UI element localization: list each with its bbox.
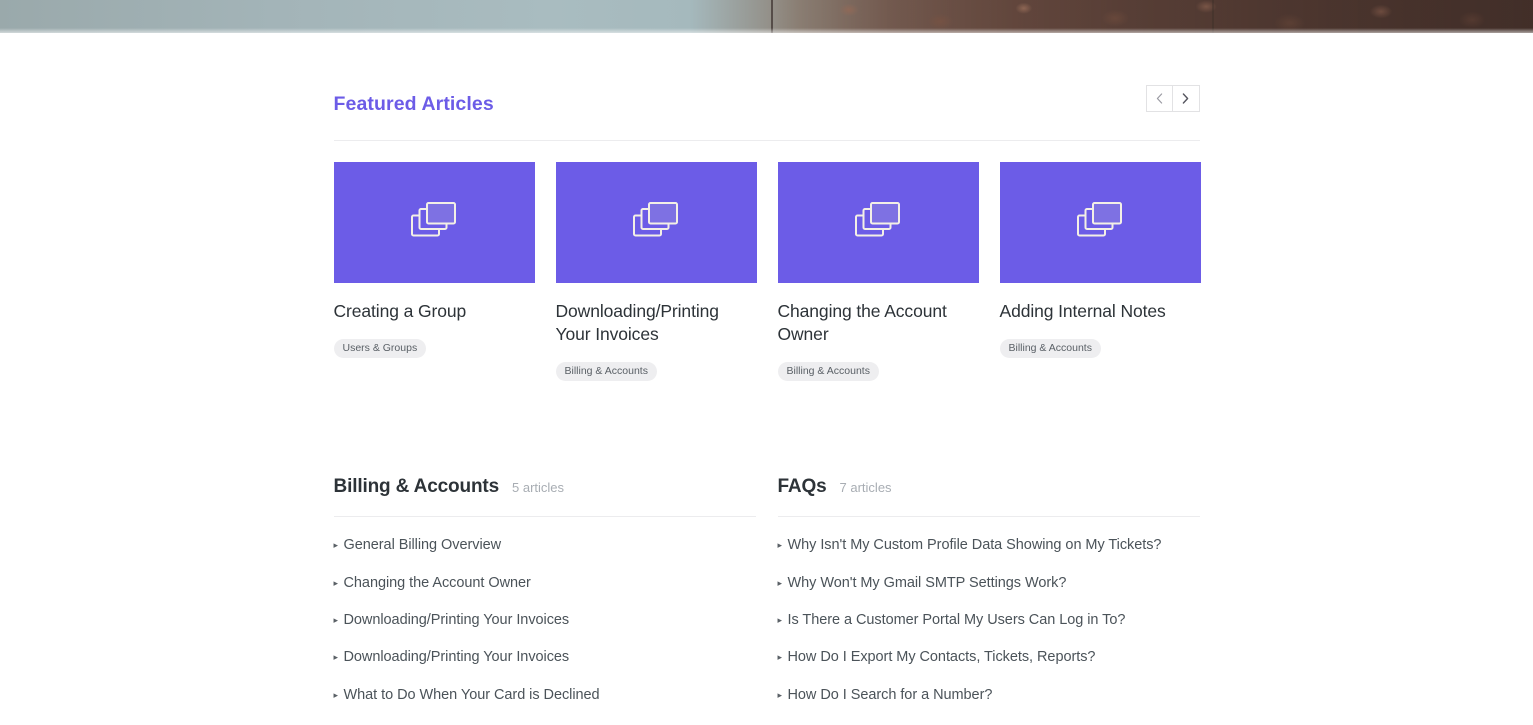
stacked-windows-icon	[855, 202, 901, 242]
featured-articles-header: Featured Articles	[334, 33, 1200, 115]
chevron-right-icon	[1182, 93, 1189, 104]
carousel-next-button[interactable]	[1173, 85, 1200, 112]
article-list: ▸ Why Isn't My Custom Profile Data Showi…	[778, 537, 1200, 704]
list-item[interactable]: ▸ How Do I Search for a Number?	[778, 687, 1200, 704]
featured-cards-row: Creating a Group Users & Groups Downlo	[334, 162, 1200, 382]
carousel-navigation	[1146, 85, 1200, 112]
card-tag-row: Billing & Accounts	[778, 361, 979, 382]
card-tag-row: Billing & Accounts	[556, 361, 757, 382]
section-faqs: FAQs 7 articles ▸ Why Isn't My Custom Pr…	[778, 476, 1200, 725]
triangle-bullet-icon: ▸	[334, 616, 344, 625]
section-article-count: 5 articles	[512, 480, 564, 495]
list-item[interactable]: ▸ General Billing Overview	[334, 537, 756, 554]
triangle-bullet-icon: ▸	[778, 653, 788, 662]
list-item[interactable]: ▸ What to Do When Your Card is Declined	[334, 687, 756, 704]
section-billing-accounts: Billing & Accounts 5 articles ▸ General …	[334, 476, 756, 725]
stacked-windows-icon	[411, 202, 457, 242]
card-tag-row: Users & Groups	[334, 338, 535, 359]
card-category-tag[interactable]: Billing & Accounts	[778, 362, 879, 382]
list-item[interactable]: ▸ Downloading/Printing Your Invoices	[334, 649, 756, 666]
article-link[interactable]: What to Do When Your Card is Declined	[344, 687, 600, 704]
article-link[interactable]: How Do I Search for a Number?	[788, 687, 993, 704]
list-item[interactable]: ▸ Why Isn't My Custom Profile Data Showi…	[778, 537, 1200, 554]
article-link[interactable]: How Do I Export My Contacts, Tickets, Re…	[788, 649, 1096, 666]
article-link[interactable]: Changing the Account Owner	[344, 575, 531, 592]
article-link[interactable]: Why Won't My Gmail SMTP Settings Work?	[788, 575, 1067, 592]
card-thumbnail	[778, 162, 979, 283]
section-divider	[334, 516, 756, 517]
list-item[interactable]: ▸ Is There a Customer Portal My Users Ca…	[778, 612, 1200, 629]
triangle-bullet-icon: ▸	[334, 691, 344, 700]
card-category-tag[interactable]: Billing & Accounts	[1000, 339, 1101, 359]
chevron-left-icon	[1156, 93, 1163, 104]
card-thumbnail	[556, 162, 757, 283]
triangle-bullet-icon: ▸	[778, 691, 788, 700]
category-sections: Billing & Accounts 5 articles ▸ General …	[334, 476, 1200, 725]
content-container: Featured Articles	[334, 33, 1200, 725]
triangle-bullet-icon: ▸	[778, 616, 788, 625]
triangle-bullet-icon: ▸	[778, 579, 788, 588]
card-tag-row: Billing & Accounts	[1000, 338, 1201, 359]
section-header: FAQs 7 articles	[778, 476, 1200, 498]
article-link[interactable]: Why Isn't My Custom Profile Data Showing…	[788, 537, 1162, 554]
hero-banner	[0, 0, 1533, 33]
page-body: Featured Articles	[0, 33, 1533, 725]
featured-card[interactable]: Creating a Group Users & Groups	[334, 162, 535, 382]
list-item[interactable]: ▸ How Do I Export My Contacts, Tickets, …	[778, 649, 1200, 666]
card-title: Creating a Group	[334, 300, 535, 323]
triangle-bullet-icon: ▸	[334, 541, 344, 550]
list-item[interactable]: ▸ Changing the Account Owner	[334, 575, 756, 592]
triangle-bullet-icon: ▸	[334, 579, 344, 588]
card-title: Downloading/Printing Your Invoices	[556, 300, 757, 346]
article-link[interactable]: Is There a Customer Portal My Users Can …	[788, 612, 1126, 629]
card-thumbnail	[1000, 162, 1201, 283]
article-list: ▸ General Billing Overview ▸ Changing th…	[334, 537, 756, 704]
featured-divider	[334, 140, 1200, 141]
section-title: Billing & Accounts	[334, 476, 500, 498]
carousel-prev-button[interactable]	[1146, 85, 1173, 112]
card-title: Adding Internal Notes	[1000, 300, 1201, 323]
section-article-count: 7 articles	[840, 480, 892, 495]
triangle-bullet-icon: ▸	[334, 653, 344, 662]
section-divider	[778, 516, 1200, 517]
article-link[interactable]: General Billing Overview	[344, 537, 502, 554]
section-header: Billing & Accounts 5 articles	[334, 476, 756, 498]
featured-card[interactable]: Adding Internal Notes Billing & Accounts	[1000, 162, 1201, 382]
section-title: FAQs	[778, 476, 827, 498]
triangle-bullet-icon: ▸	[778, 541, 788, 550]
featured-articles-title: Featured Articles	[334, 91, 494, 115]
article-link[interactable]: Downloading/Printing Your Invoices	[344, 649, 570, 666]
list-item[interactable]: ▸ Why Won't My Gmail SMTP Settings Work?	[778, 575, 1200, 592]
featured-card[interactable]: Downloading/Printing Your Invoices Billi…	[556, 162, 757, 382]
list-item[interactable]: ▸ Downloading/Printing Your Invoices	[334, 612, 756, 629]
stacked-windows-icon	[1077, 202, 1123, 242]
article-link[interactable]: Downloading/Printing Your Invoices	[344, 612, 570, 629]
card-thumbnail	[334, 162, 535, 283]
card-category-tag[interactable]: Users & Groups	[334, 339, 427, 359]
featured-card[interactable]: Changing the Account Owner Billing & Acc…	[778, 162, 979, 382]
stacked-windows-icon	[633, 202, 679, 242]
card-category-tag[interactable]: Billing & Accounts	[556, 362, 657, 382]
card-title: Changing the Account Owner	[778, 300, 979, 346]
